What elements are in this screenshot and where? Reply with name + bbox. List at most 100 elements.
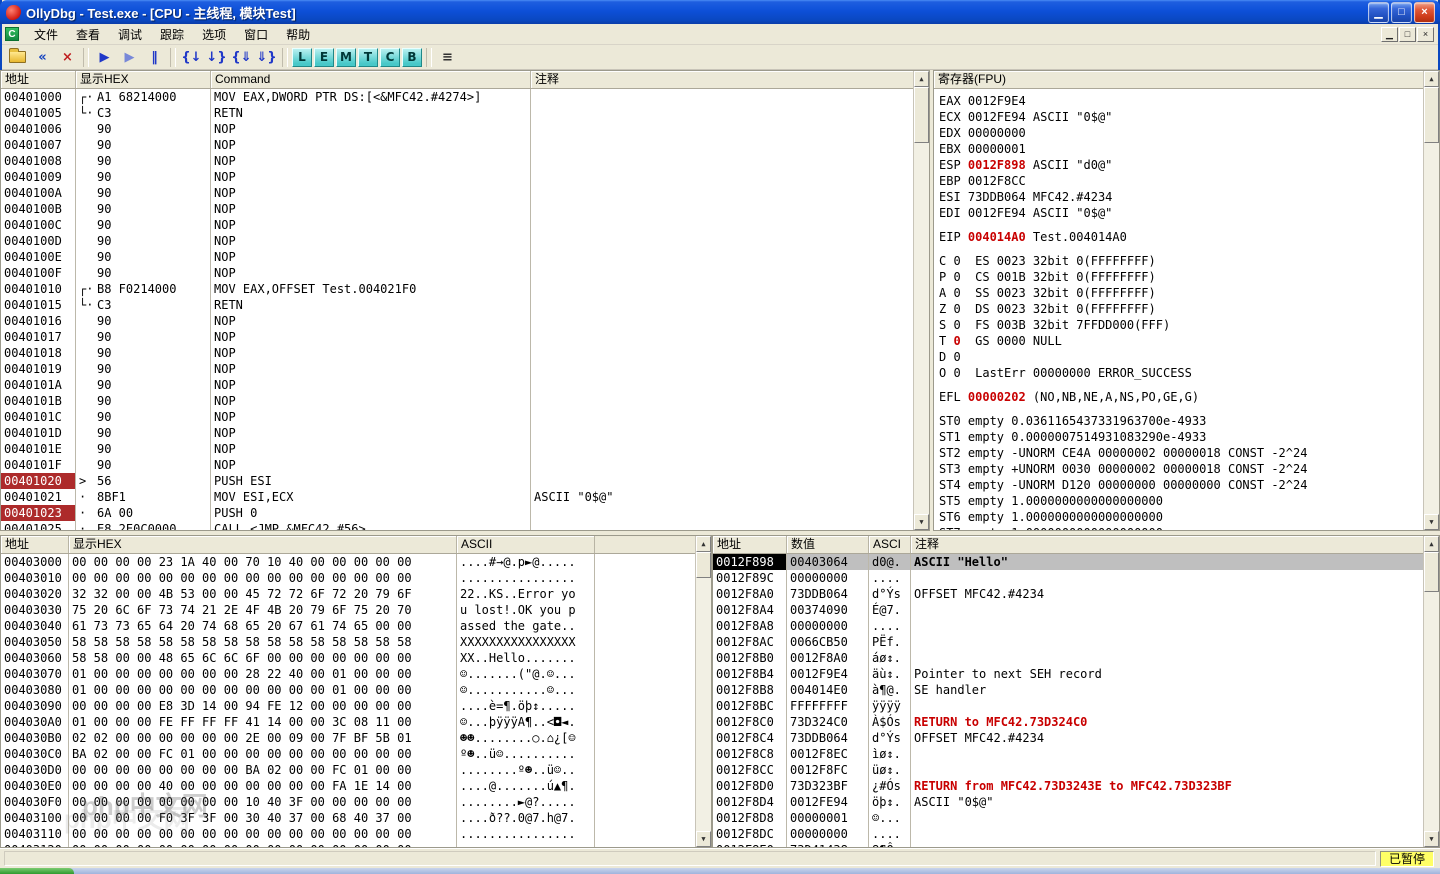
register-line[interactable]: S 0 FS 003B 32bit 7FFDD000(FFF) <box>939 317 1423 333</box>
disasm-row[interactable]: 0040100F90NOP <box>1 265 913 281</box>
options-list-button[interactable]: ≡ <box>436 47 459 68</box>
disasm-row[interactable]: 00401020>56PUSH ESI <box>1 473 913 489</box>
disasm-row[interactable]: 0040101E90NOP <box>1 441 913 457</box>
restart-button[interactable]: « <box>31 47 54 68</box>
stack-row[interactable]: 0012F8B40012F9E4äù↕.Pointer to next SEH … <box>713 666 1423 682</box>
dump-row[interactable]: 0040309000 00 00 00 E8 3D 14 00 94 FE 12… <box>1 698 695 714</box>
menu-item-window[interactable]: 窗口 <box>235 23 277 46</box>
executables-window-button[interactable]: E <box>314 48 334 67</box>
animate-button[interactable]: ▶ <box>118 47 141 68</box>
disasm-row[interactable]: 0040100790NOP <box>1 137 913 153</box>
disasm-row[interactable]: 00401005└·C3RETN <box>1 105 913 121</box>
disasm-row[interactable]: 00401021·8BF1MOV ESI,ECXASCII "0$@" <box>1 489 913 505</box>
disasm-scrollbar[interactable]: ▲▼ <box>913 71 929 530</box>
register-line[interactable]: EBP 0012F8CC <box>939 173 1423 189</box>
register-line[interactable]: ST0 empty 0.0361165437331963700e-4933 <box>939 413 1423 429</box>
log-window-button[interactable]: L <box>292 48 312 67</box>
disasm-row[interactable]: 0040101C90NOP <box>1 409 913 425</box>
maximize-button[interactable]: □ <box>1391 2 1412 23</box>
stack-row[interactable]: 0012F8DC00000000.... <box>713 826 1423 842</box>
stack-row[interactable]: 0012F8C073D324C0À$ÓsRETURN to MFC42.73D3… <box>713 714 1423 730</box>
disasm-row[interactable]: 0040101B90NOP <box>1 393 913 409</box>
scroll-down-button[interactable]: ▼ <box>1424 831 1439 847</box>
menu-item-options[interactable]: 选项 <box>193 23 235 46</box>
open-file-button[interactable] <box>6 47 29 68</box>
register-line[interactable]: ESP 0012F898 ASCII "d0@" <box>939 157 1423 173</box>
dump-row[interactable]: 0040305058 58 58 58 58 58 58 58 58 58 58… <box>1 634 695 650</box>
register-line[interactable]: ST1 empty 0.0000007514931083290e-4933 <box>939 429 1423 445</box>
mdi-minimize-button[interactable]: ▁ <box>1381 27 1398 42</box>
disasm-row[interactable]: 0040101D90NOP <box>1 425 913 441</box>
stack-row[interactable]: 0012F8B8004014E0à¶@.SE handler <box>713 682 1423 698</box>
dump-row[interactable]: 0040311000 00 00 00 00 00 00 00 00 00 00… <box>1 826 695 842</box>
menu-item-view[interactable]: 查看 <box>67 23 109 46</box>
memory-window-button[interactable]: M <box>336 48 356 67</box>
dump-row[interactable]: 0040312000 00 00 00 00 00 00 00 00 00 00… <box>1 842 695 847</box>
stack-row[interactable]: 0012F8D40012FE94öþ↕.ASCII "0$@" <box>713 794 1423 810</box>
menu-item-help[interactable]: 帮助 <box>277 23 319 46</box>
disasm-row[interactable]: 0040101A90NOP <box>1 377 913 393</box>
menu-item-trace[interactable]: 跟踪 <box>151 23 193 46</box>
stack-row[interactable]: 0012F8BCFFFFFFFFÿÿÿÿ <box>713 698 1423 714</box>
register-line[interactable]: EFL 00000202 (NO,NB,NE,A,NS,PO,GE,G) <box>939 389 1423 405</box>
stack-row[interactable]: 0012F8A400374090É@7. <box>713 602 1423 618</box>
disasm-row[interactable]: 0040100990NOP <box>1 169 913 185</box>
step-over-button[interactable]: ↓} <box>205 47 228 68</box>
minimize-button[interactable]: ▁ <box>1368 2 1389 23</box>
scroll-thumb[interactable] <box>1424 87 1439 143</box>
dump-row[interactable]: 0040303075 20 6C 6F 73 74 21 2E 4F 4B 20… <box>1 602 695 618</box>
close-button[interactable]: × <box>1414 2 1435 23</box>
disasm-row[interactable]: 0040101990NOP <box>1 361 913 377</box>
stack-row[interactable]: 0012F89800403064d0@.ASCII "Hello" <box>713 554 1423 570</box>
register-line[interactable]: EDI 0012FE94 ASCII "0$@" <box>939 205 1423 221</box>
stack-row[interactable]: 0012F8C473DDB064d°ÝsOFFSET MFC42.#4234 <box>713 730 1423 746</box>
dump-row[interactable]: 0040304061 73 73 65 64 20 74 68 65 20 67… <box>1 618 695 634</box>
register-line[interactable]: ST2 empty -UNORM CE4A 00000002 00000018 … <box>939 445 1423 461</box>
scroll-thumb[interactable] <box>914 87 929 143</box>
dump-row[interactable]: 0040300000 00 00 00 23 1A 40 00 70 10 40… <box>1 554 695 570</box>
dump-row[interactable]: 0040302032 32 00 00 4B 53 00 00 45 72 72… <box>1 586 695 602</box>
disasm-row[interactable]: 0040100D90NOP <box>1 233 913 249</box>
disasm-row[interactable]: 0040100690NOP <box>1 121 913 137</box>
stack-row[interactable]: 0012F8E073D414388¶Ôs <box>713 842 1423 847</box>
scroll-down-button[interactable]: ▼ <box>1424 514 1439 530</box>
disasm-row[interactable]: 0040101F90NOP <box>1 457 913 473</box>
stack-row[interactable]: 0012F8AC0066CB50PËf. <box>713 634 1423 650</box>
menu-item-debug[interactable]: 调试 <box>109 23 151 46</box>
stack-row[interactable]: 0012F8D073D323BF¿#ÓsRETURN from MFC42.73… <box>713 778 1423 794</box>
register-line[interactable]: ECX 0012FE94 ASCII "0$@" <box>939 109 1423 125</box>
dump-scrollbar[interactable]: ▲▼ <box>695 536 711 847</box>
disasm-row[interactable]: 00401025·E8 2E0C0000CALL <JMP.&MFC42.#56… <box>1 521 913 530</box>
disasm-row[interactable]: 00401023·6A 00PUSH 0 <box>1 505 913 521</box>
register-line[interactable]: ST7 empty 1.0000000000000000000 <box>939 525 1423 530</box>
trace-into-button[interactable]: {⇓ <box>230 47 253 68</box>
mdi-restore-button[interactable]: □ <box>1399 27 1416 42</box>
dump-row[interactable]: 004030B002 02 00 00 00 00 00 00 2E 00 09… <box>1 730 695 746</box>
scroll-down-button[interactable]: ▼ <box>696 831 711 847</box>
register-line[interactable]: T 0 GS 0000 NULL <box>939 333 1423 349</box>
register-line[interactable]: EIP 004014A0 Test.004014A0 <box>939 229 1423 245</box>
scroll-down-button[interactable]: ▼ <box>914 514 929 530</box>
stack-scrollbar[interactable]: ▲▼ <box>1423 536 1439 847</box>
dump-row[interactable]: 004030A001 00 00 00 FE FF FF FF 41 14 00… <box>1 714 695 730</box>
dump-row[interactable]: 0040310000 00 00 00 F0 3F 3F 00 30 40 37… <box>1 810 695 826</box>
scroll-up-button[interactable]: ▲ <box>1424 536 1439 552</box>
stack-row[interactable]: 0012F89C00000000.... <box>713 570 1423 586</box>
disasm-row[interactable]: 00401015└·C3RETN <box>1 297 913 313</box>
stack-row[interactable]: 0012F8B00012F8A0áø↕. <box>713 650 1423 666</box>
register-line[interactable]: C 0 ES 0023 32bit 0(FFFFFFFF) <box>939 253 1423 269</box>
threads-window-button[interactable]: T <box>358 48 378 67</box>
register-line[interactable]: ST3 empty +UNORM 0030 00000002 00000018 … <box>939 461 1423 477</box>
disasm-row[interactable]: 0040100A90NOP <box>1 185 913 201</box>
step-into-button[interactable]: {↓ <box>180 47 203 68</box>
register-line[interactable]: EDX 00000000 <box>939 125 1423 141</box>
pause-button[interactable]: ‖ <box>143 47 166 68</box>
disasm-row[interactable]: 0040100B90NOP <box>1 201 913 217</box>
stack-row[interactable]: 0012F8CC0012F8FCüø↕. <box>713 762 1423 778</box>
register-line[interactable]: Z 0 DS 0023 32bit 0(FFFFFFFF) <box>939 301 1423 317</box>
register-line[interactable]: A 0 SS 0023 32bit 0(FFFFFFFF) <box>939 285 1423 301</box>
dump-row[interactable]: 0040301000 00 00 00 00 00 00 00 00 00 00… <box>1 570 695 586</box>
disasm-row[interactable]: 0040100890NOP <box>1 153 913 169</box>
dump-row[interactable]: 004030E000 00 00 00 40 00 00 00 00 00 00… <box>1 778 695 794</box>
dump-row[interactable]: 004030D000 00 00 00 00 00 00 00 BA 02 00… <box>1 762 695 778</box>
